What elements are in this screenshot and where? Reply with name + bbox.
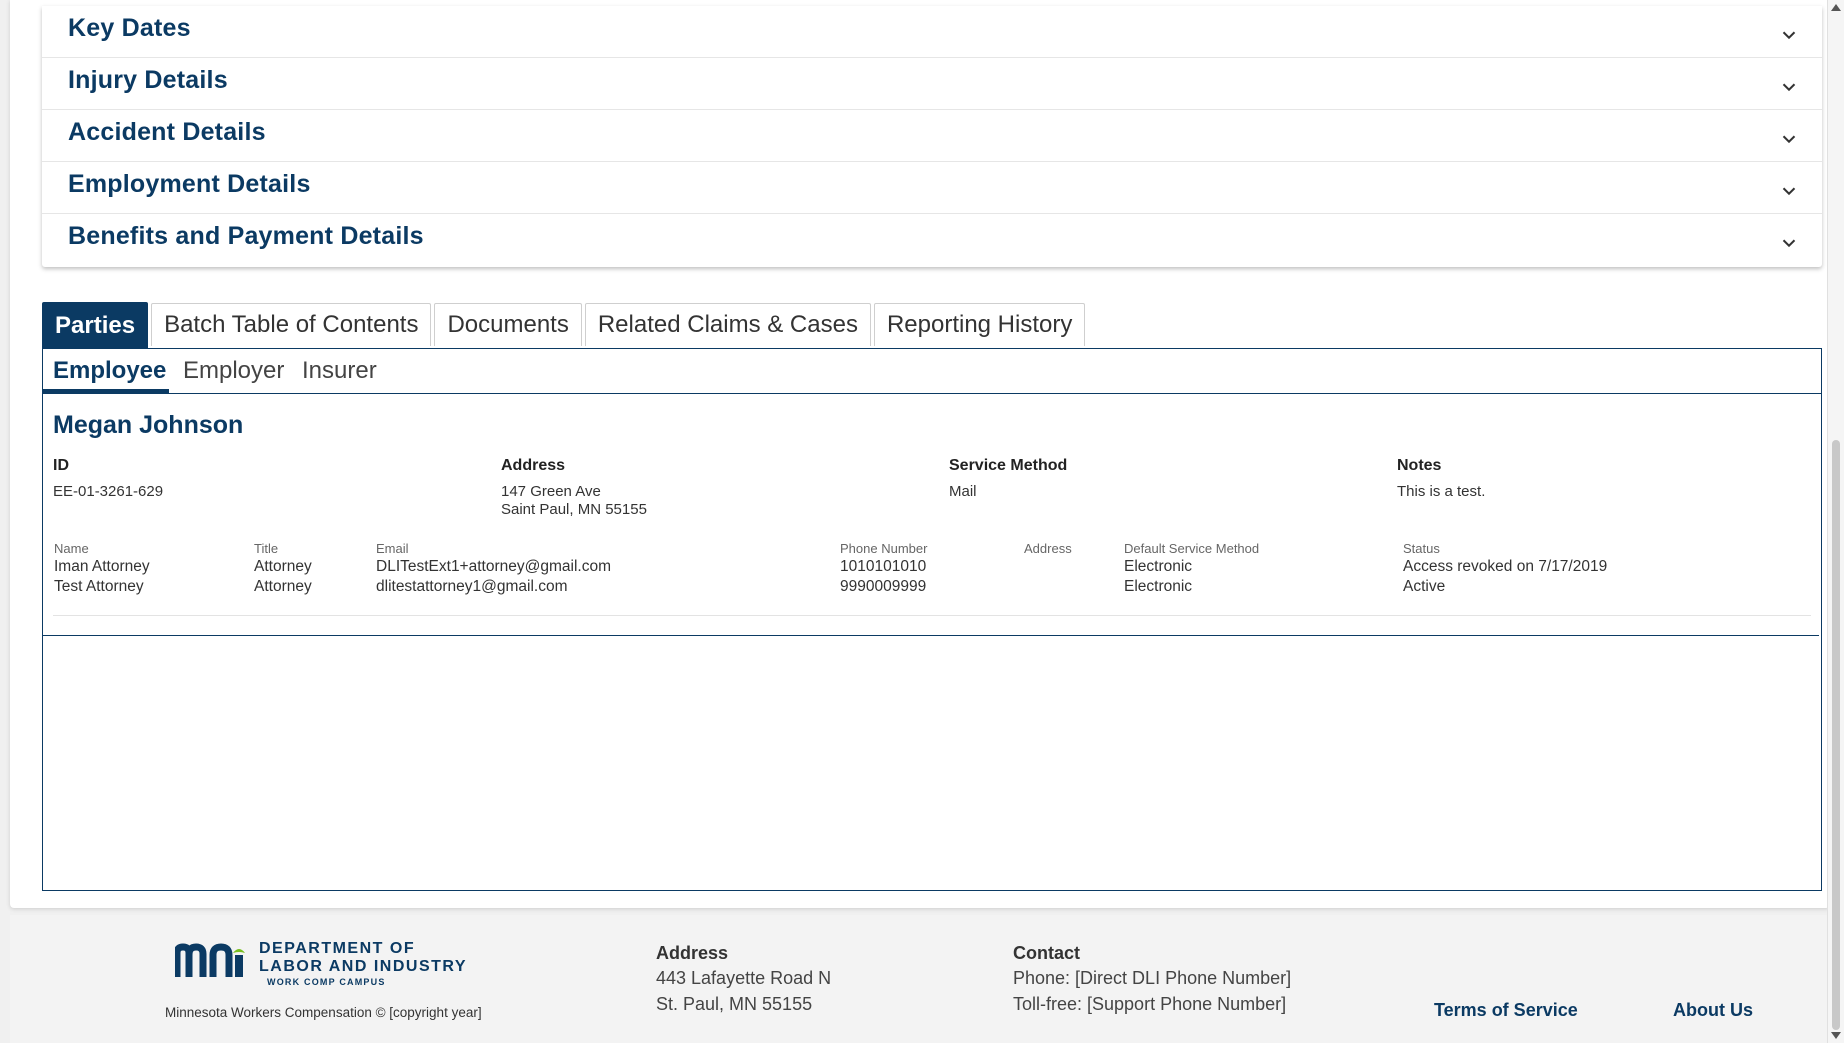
accordion-title: Accident Details [68,118,266,146]
tab-documents[interactable]: Documents [434,303,582,346]
rep-header-title: Title [254,541,279,556]
rep-email: DLITestExt1+attorney@gmail.com [376,558,611,575]
address-label: Address [501,457,566,474]
tab-batch-table-of-contents[interactable]: Batch Table of Contents [151,303,432,346]
parties-panel: Employee Employer Insurer Megan Johnson … [42,348,1822,891]
rep-title: Attorney [254,578,312,595]
subtab-employer[interactable]: Employer [183,357,284,385]
rep-service: Electronic [1124,558,1193,575]
chevron-down-icon [1782,239,1796,248]
accordion-title: Benefits and Payment Details [68,222,424,250]
claim-details-accordion: Key Dates Injury Details Accident Detail… [42,6,1822,267]
address-line2: Saint Paul, MN 55155 [501,501,647,518]
terms-of-service-link[interactable]: Terms of Service [1434,1000,1578,1021]
chevron-down-icon [1782,135,1796,144]
rep-email: dlitestattorney1@gmail.com [376,578,568,595]
accordion-injury-details[interactable]: Injury Details [42,58,1822,110]
id-label: ID [53,457,69,474]
logo-line3: WORK COMP CAMPUS [267,977,386,987]
footer-address-line1: 443 Lafayette Road N [656,968,832,988]
rep-phone: 1010101010 [840,558,927,575]
subtab-employee[interactable]: Employee [53,357,166,385]
accordion-benefits-payment-details[interactable]: Benefits and Payment Details [42,214,1822,267]
rep-name: Iman Attorney [54,558,150,575]
rep-header-service: Default Service Method [1124,541,1260,556]
tab-reporting-history[interactable]: Reporting History [873,303,1086,346]
rep-header-email: Email [376,541,409,556]
footer-address-line2: St. Paul, MN 55155 [656,994,813,1014]
logo-line2: LABOR AND INDUSTRY [259,958,468,975]
id-value: EE-01-3261-629 [53,483,164,500]
party-card: Megan Johnson ID EE-01-3261-629 Address … [43,393,1819,636]
accordion-title: Key Dates [68,14,191,42]
rep-status: Access revoked on 7/17/2019 [1403,558,1608,575]
accordion-title: Injury Details [68,66,228,94]
copyright: Minnesota Workers Compensation © [copyri… [165,1005,482,1020]
rep-title: Attorney [254,558,312,575]
chevron-down-icon [1782,31,1796,40]
footer-address-label: Address [656,943,729,963]
party-subtabs: Employee Employer Insurer [43,349,1821,394]
accordion-employment-details[interactable]: Employment Details [42,162,1822,214]
mn-logo-icon [175,943,245,977]
rep-name: Test Attorney [54,578,144,595]
about-us-link[interactable]: About Us [1673,1000,1753,1021]
accordion-accident-details[interactable]: Accident Details [42,110,1822,162]
footer-contact-label: Contact [1013,943,1080,963]
site-footer: DEPARTMENT OF LABOR AND INDUSTRY WORK CO… [10,915,1830,1043]
page-content: Key Dates Injury Details Accident Detail… [10,0,1830,908]
rep-header-phone: Phone Number [840,541,928,556]
rep-service: Electronic [1124,578,1193,595]
notes-value: This is a test. [1397,483,1486,500]
tab-parties[interactable]: Parties [42,302,149,348]
rep-phone: 9990009999 [840,578,927,595]
main-tabs: Parties Batch Table of Contents Document… [42,302,1088,348]
footer-tollfree: Toll-free: [Support Phone Number] [1013,994,1287,1014]
notes-label: Notes [1397,457,1442,474]
address-line1: 147 Green Ave [501,483,601,500]
rep-header-address: Address [1024,541,1072,556]
page-scrollbar[interactable] [1827,0,1844,1043]
chevron-down-icon [1782,187,1796,196]
rep-status: Active [1403,578,1446,595]
rep-header-name: Name [54,541,89,556]
accordion-key-dates[interactable]: Key Dates [42,6,1822,58]
service-method-value: Mail [949,483,977,500]
scroll-down-icon[interactable] [1831,1032,1841,1039]
party-name: Megan Johnson [53,411,244,439]
scroll-thumb[interactable] [1832,440,1840,1030]
chevron-down-icon [1782,83,1796,92]
tab-related-claims-cases[interactable]: Related Claims & Cases [584,303,871,346]
logo-line1: DEPARTMENT OF [259,940,416,957]
subtab-insurer[interactable]: Insurer [302,357,377,385]
divider [53,615,1811,616]
footer-phone: Phone: [Direct DLI Phone Number] [1013,968,1292,988]
rep-header-status: Status [1403,541,1440,556]
accordion-title: Employment Details [68,170,311,198]
scroll-up-icon[interactable] [1831,4,1841,11]
service-method-label: Service Method [949,457,1068,474]
